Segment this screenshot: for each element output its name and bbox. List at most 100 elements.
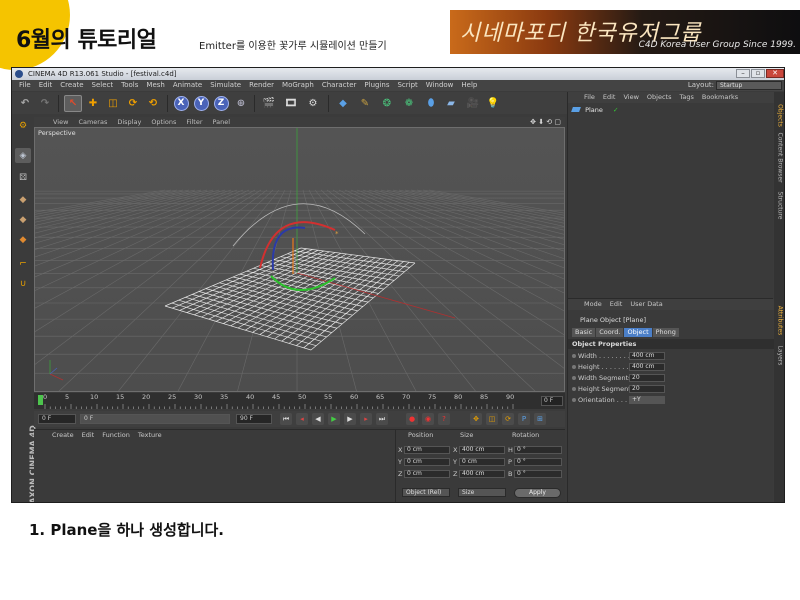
tab-basic[interactable]: Basic [572, 328, 596, 337]
model-mode-icon[interactable]: ◈ [15, 148, 31, 163]
render-picture-viewer-icon[interactable]: 🎞 [282, 95, 300, 112]
viewport-menu-display[interactable]: Display [112, 117, 146, 127]
move-icon[interactable]: ✚ [84, 95, 102, 112]
rotation-b-field[interactable]: 0 ° [514, 470, 562, 478]
apply-button[interactable]: Apply [514, 488, 561, 498]
width-field[interactable]: 400 cm [629, 352, 665, 360]
material-menu-texture[interactable]: Texture [134, 430, 166, 441]
key-scale-icon[interactable]: ◫ [486, 413, 498, 425]
menu-create[interactable]: Create [56, 80, 87, 91]
material-menu-create[interactable]: Create [48, 430, 78, 441]
menu-plugins[interactable]: Plugins [360, 80, 393, 91]
scale-icon[interactable]: ◫ [104, 95, 122, 112]
tab-object[interactable]: Object [624, 328, 652, 337]
maximize-button[interactable]: ▫ [751, 69, 765, 78]
menu-edit[interactable]: Edit [35, 80, 57, 91]
visibility-checkmark-icon[interactable]: ✓ [613, 106, 618, 114]
spline-pen-icon[interactable]: ✎ [356, 95, 374, 112]
autokey-icon[interactable]: ◉ [422, 413, 434, 425]
side-tab-layers[interactable]: Layers [777, 333, 784, 379]
size-x-field[interactable]: 400 cm [459, 446, 505, 454]
floor-icon[interactable]: ▰ [440, 95, 462, 112]
snap-icon[interactable]: ∪ [15, 276, 31, 291]
perspective-viewport[interactable]: Perspective * [34, 127, 565, 392]
redo-icon[interactable]: ↷ [36, 95, 54, 112]
current-frame-field[interactable]: 0 F [541, 396, 563, 406]
menu-simulate[interactable]: Simulate [206, 80, 245, 91]
coordinate-mode-select[interactable]: Object (Rel) [402, 488, 450, 497]
viewport-menu-cameras[interactable]: Cameras [73, 117, 112, 127]
size-z-field[interactable]: 400 cm [459, 470, 505, 478]
size-y-field[interactable]: 0 cm [459, 458, 505, 466]
array-icon[interactable]: ❁ [400, 95, 418, 112]
menu-tools[interactable]: Tools [117, 80, 142, 91]
next-frame-icon[interactable]: ▶ [344, 413, 356, 425]
deformer-icon[interactable]: ⬮ [422, 95, 440, 112]
render-settings-icon[interactable]: ⚙ [304, 95, 322, 112]
record-keys-icon[interactable]: ● [406, 413, 418, 425]
end-frame-field[interactable]: 90 F [236, 414, 272, 424]
rotation-h-field[interactable]: 0 ° [514, 446, 562, 454]
texture-mode-icon[interactable]: ⚄ [15, 170, 31, 185]
size-mode-select[interactable]: Size [458, 488, 506, 497]
play-icon[interactable]: ▶ [328, 413, 340, 425]
menu-animate[interactable]: Animate [169, 80, 206, 91]
next-key-icon[interactable]: ▸ [360, 413, 372, 425]
minimize-button[interactable]: – [736, 69, 750, 78]
tab-coord[interactable]: Coord. [596, 328, 624, 337]
height-field[interactable]: 400 cm [629, 363, 665, 371]
menu-window[interactable]: Window [422, 80, 458, 91]
go-to-end-icon[interactable]: ⏭ [376, 413, 388, 425]
objects-menu-edit[interactable]: Edit [599, 92, 620, 103]
camera-icon[interactable]: 🎥 [464, 95, 482, 112]
attributes-menu-edit[interactable]: Edit [606, 299, 627, 310]
material-menu-edit[interactable]: Edit [78, 430, 99, 441]
position-z-field[interactable]: 0 cm [404, 470, 450, 478]
recent-tool-icon[interactable]: ⟲ [144, 95, 162, 112]
viewport-menu-panel[interactable]: Panel [208, 117, 236, 127]
rotation-p-field[interactable]: 0 ° [514, 458, 562, 466]
timeline-ruler[interactable]: 0 5 10 15 20 25 30 35 40 45 50 55 60 65 … [34, 393, 565, 409]
objects-menu-tags[interactable]: Tags [675, 92, 697, 103]
cube-icon[interactable]: ◆ [334, 95, 352, 112]
key-rotation-icon[interactable]: ⟳ [502, 413, 514, 425]
undo-icon[interactable]: ↶ [16, 95, 34, 112]
tab-phong[interactable]: Phong [652, 328, 679, 337]
workplane-icon[interactable]: ⌐ [15, 256, 31, 271]
objects-menu-view[interactable]: View [619, 92, 642, 103]
viewport-nav-icons[interactable]: ✥ ⬇ ⟲ ▢ [530, 117, 561, 127]
objects-menu-objects[interactable]: Objects [643, 92, 676, 103]
nurbs-icon[interactable]: ❂ [378, 95, 396, 112]
keyframe-selection-icon[interactable]: ? [438, 413, 450, 425]
go-to-start-icon[interactable]: ⏮ [280, 413, 292, 425]
menu-select[interactable]: Select [88, 80, 118, 91]
menu-mograph[interactable]: MoGraph [278, 80, 318, 91]
objects-menu-file[interactable]: File [580, 92, 599, 103]
menu-mesh[interactable]: Mesh [142, 80, 168, 91]
close-button[interactable]: ✕ [766, 69, 784, 78]
material-menu-function[interactable]: Function [98, 430, 134, 441]
height-segments-field[interactable]: 20 [629, 385, 665, 393]
z-axis-icon[interactable]: Z [212, 95, 230, 112]
make-editable-icon[interactable]: ⚙ [15, 118, 31, 133]
menu-character[interactable]: Character [318, 80, 361, 91]
previous-key-icon[interactable]: ◂ [296, 413, 308, 425]
x-axis-icon[interactable]: X [172, 95, 190, 112]
polygons-mode-icon[interactable]: ◆ [15, 232, 31, 247]
side-tab-structure[interactable]: Structure [777, 183, 784, 229]
previous-frame-icon[interactable]: ◀ [312, 413, 324, 425]
key-position-icon[interactable]: ✥ [470, 413, 482, 425]
render-view-icon[interactable]: 🎬 [260, 95, 278, 112]
attributes-menu-mode[interactable]: Mode [580, 299, 606, 310]
viewport-menu-filter[interactable]: Filter [181, 117, 207, 127]
width-segments-field[interactable]: 20 [629, 374, 665, 382]
object-list-item[interactable]: Plane ✓ [571, 106, 772, 115]
start-frame-field[interactable]: 0 F [38, 414, 76, 424]
y-axis-icon[interactable]: Y [192, 95, 210, 112]
live-selection-icon[interactable]: ↖ [64, 95, 82, 112]
position-y-field[interactable]: 0 cm [404, 458, 450, 466]
layout-select[interactable]: Startup [716, 81, 782, 90]
viewport-menu-view[interactable]: View [48, 117, 73, 127]
coordinate-system-icon[interactable]: ⊕ [232, 95, 250, 112]
light-icon[interactable]: 💡 [484, 95, 502, 112]
